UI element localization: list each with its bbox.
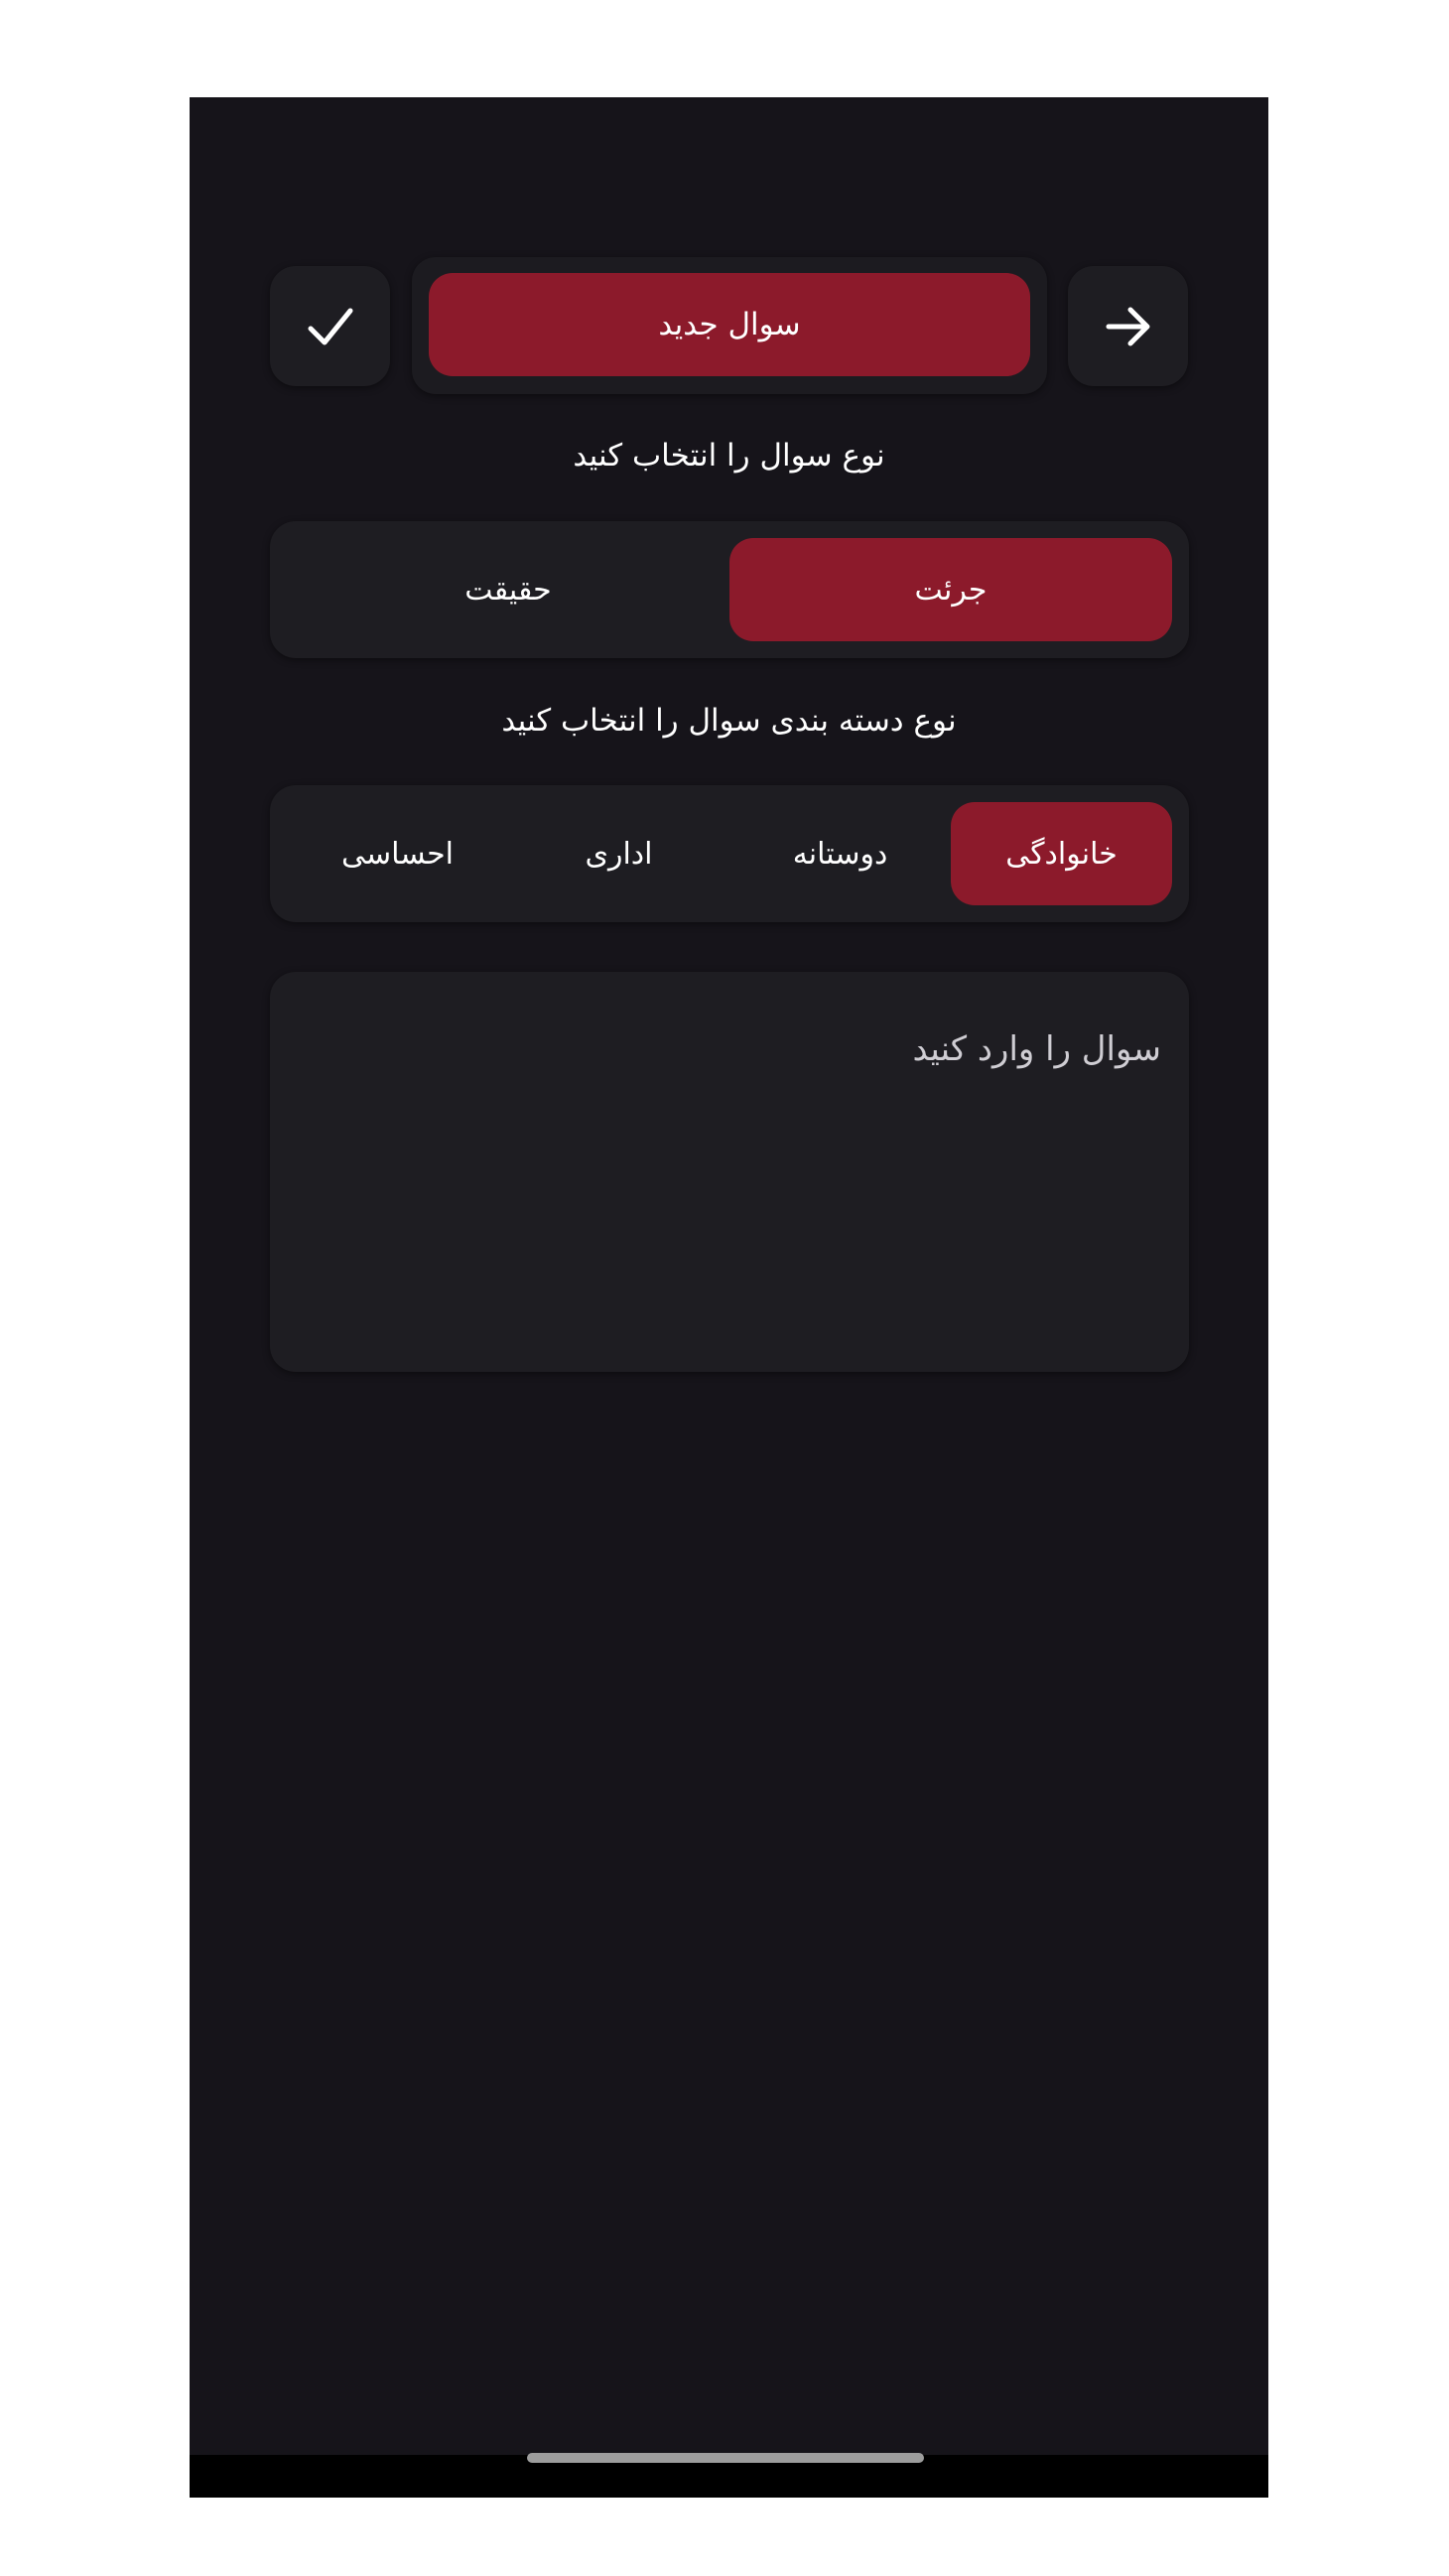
category-label: نوع دسته بندی سوال را انتخاب کنید xyxy=(501,703,957,739)
question-type-truth[interactable]: حقیقت xyxy=(287,538,729,641)
question-type-selector: جرئت حقیقت xyxy=(270,521,1189,658)
arrow-right-icon xyxy=(1106,307,1149,345)
question-type-label: نوع سوال را انتخاب کنید xyxy=(573,438,885,474)
category-office[interactable]: اداری xyxy=(508,802,729,905)
question-input-container xyxy=(270,972,1189,1372)
app-screen: سوال جدید نوع سوال را انتخاب کنید جرئت ح… xyxy=(190,97,1268,2498)
category-family[interactable]: خانوادگی xyxy=(951,802,1172,905)
page-title: سوال جدید xyxy=(429,273,1030,376)
category-emotional[interactable]: احساسی xyxy=(287,802,508,905)
category-friendly[interactable]: دوستانه xyxy=(729,802,951,905)
question-type-dare[interactable]: جرئت xyxy=(729,538,1172,641)
check-icon xyxy=(308,308,352,344)
title-container: سوال جدید xyxy=(412,257,1047,394)
back-button[interactable] xyxy=(1068,266,1188,386)
category-selector: خانوادگی دوستانه اداری احساسی xyxy=(270,785,1189,922)
home-indicator[interactable] xyxy=(527,2453,924,2463)
question-input[interactable] xyxy=(298,1029,1161,1352)
confirm-button[interactable] xyxy=(270,266,390,386)
